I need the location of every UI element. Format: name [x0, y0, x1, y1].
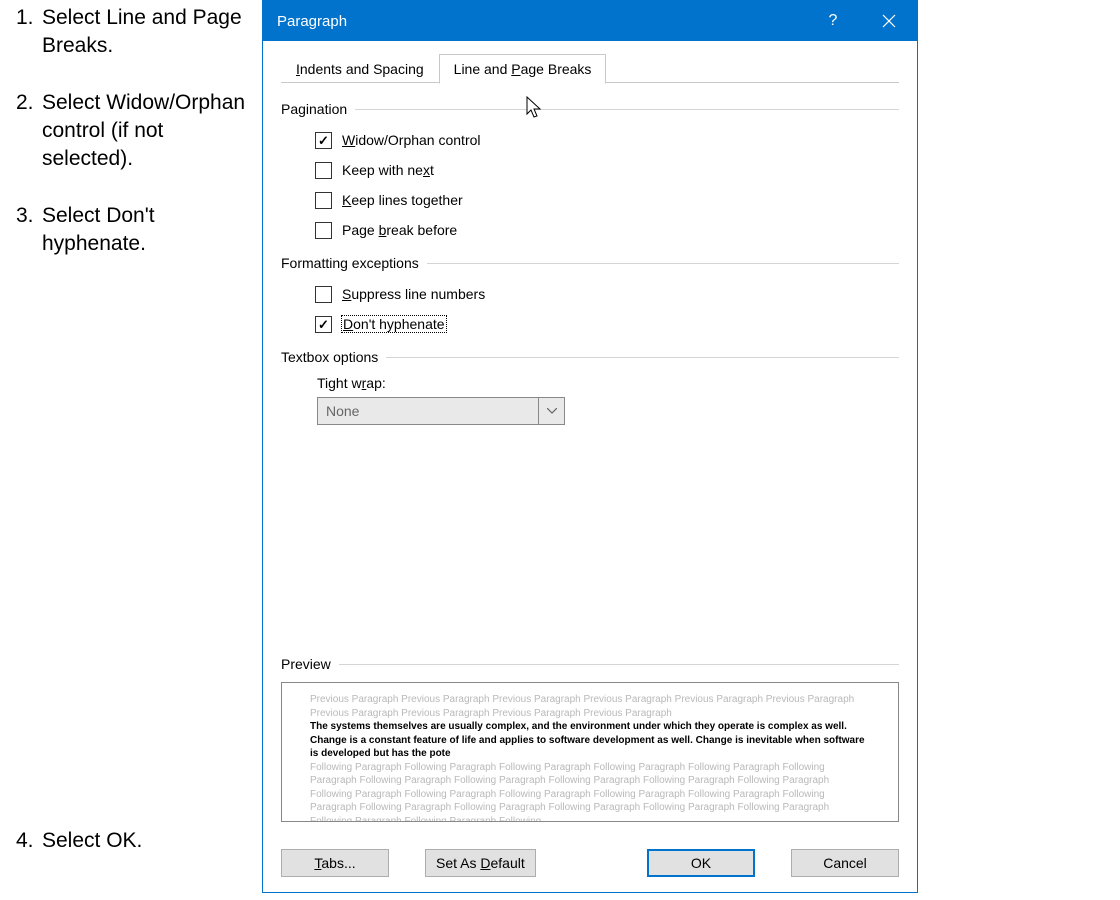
instruction-item: 3. Select Don't hyphenate. — [16, 202, 246, 259]
dialog-footer: Tabs... Set As Default OK Cancel — [263, 834, 917, 892]
group-formatting-exceptions: Formatting exceptions Suppress line numb… — [281, 255, 899, 339]
preview-sample: The systems themselves are usually compl… — [310, 720, 870, 761]
checkbox-icon — [315, 192, 332, 209]
tabs-button[interactable]: Tabs... — [281, 849, 389, 877]
checkbox-icon — [315, 316, 332, 333]
tab-indents-spacing[interactable]: Indents and Spacing — [281, 54, 439, 84]
checkbox-suppress-line-numbers[interactable]: Suppress line numbers — [315, 279, 899, 309]
chevron-down-icon — [538, 398, 564, 424]
instruction-item: 4. Select OK. — [16, 827, 142, 855]
close-button[interactable] — [861, 1, 917, 41]
instruction-item: 1. Select Line and Page Breaks. — [16, 4, 246, 61]
checkbox-dont-hyphenate[interactable]: Don't hyphenate — [315, 309, 899, 339]
group-pagination: Pagination Widow/Orphan control Keep wit… — [281, 101, 899, 245]
checkbox-icon — [315, 132, 332, 149]
tight-wrap-value: None — [318, 403, 538, 419]
checkbox-keep-lines-together[interactable]: Keep lines together — [315, 185, 899, 215]
close-icon — [882, 14, 896, 28]
tight-wrap-select: None — [317, 397, 565, 425]
instruction-number: 3. — [16, 202, 42, 259]
paragraph-dialog: Paragraph ? Indents and Spacing Line and… — [262, 0, 918, 893]
preview-following: Following Paragraph Following Paragraph … — [310, 761, 870, 823]
instruction-text: Select OK. — [42, 827, 142, 855]
help-button[interactable]: ? — [805, 1, 861, 41]
ok-button[interactable]: OK — [647, 849, 755, 877]
group-label: Formatting exceptions — [281, 255, 419, 271]
instruction-text: Select Widow/Orphan control (if not sele… — [42, 89, 246, 174]
instruction-text: Select Line and Page Breaks. — [42, 4, 246, 61]
group-label: Textbox options — [281, 349, 378, 365]
instruction-number: 1. — [16, 4, 42, 61]
preview-label: Preview — [281, 656, 899, 672]
preview-box: Previous Paragraph Previous Paragraph Pr… — [281, 682, 899, 822]
checkbox-page-break-before[interactable]: Page break before — [315, 215, 899, 245]
instructions-panel: 1. Select Line and Page Breaks. 2. Selec… — [16, 4, 246, 286]
checkbox-icon — [315, 162, 332, 179]
checkbox-icon — [315, 222, 332, 239]
instruction-number: 4. — [16, 827, 42, 855]
preview-previous: Previous Paragraph Previous Paragraph Pr… — [310, 693, 870, 720]
checkbox-widow-orphan[interactable]: Widow/Orphan control — [315, 125, 899, 155]
dialog-titlebar: Paragraph ? — [263, 1, 917, 41]
instruction-text: Select Don't hyphenate. — [42, 202, 246, 259]
group-label: Pagination — [281, 101, 347, 117]
instruction-item: 2. Select Widow/Orphan control (if not s… — [16, 89, 246, 174]
set-as-default-button[interactable]: Set As Default — [425, 849, 536, 877]
dialog-tabs: Indents and Spacing Line and Page Breaks — [281, 51, 899, 83]
checkbox-keep-with-next[interactable]: Keep with next — [315, 155, 899, 185]
checkbox-icon — [315, 286, 332, 303]
instruction-number: 2. — [16, 89, 42, 174]
dialog-title: Paragraph — [277, 13, 347, 30]
tab-line-page-breaks[interactable]: Line and Page Breaks — [439, 54, 607, 84]
group-textbox-options: Textbox options Tight wrap: None — [281, 349, 899, 431]
cancel-button[interactable]: Cancel — [791, 849, 899, 877]
